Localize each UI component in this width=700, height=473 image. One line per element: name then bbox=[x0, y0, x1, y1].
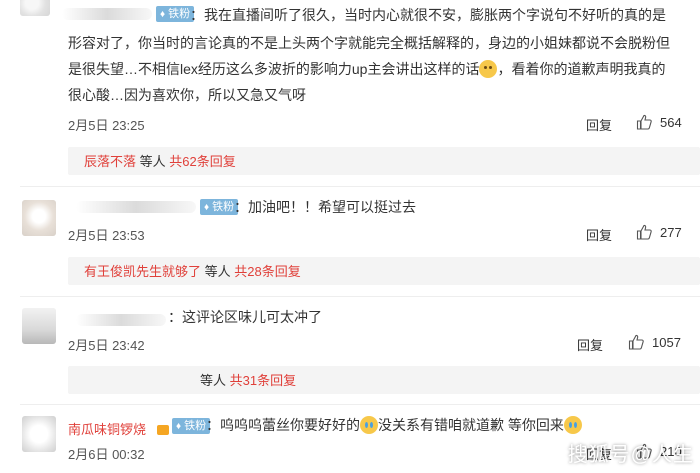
view-replies-link[interactable]: 共62条回复 bbox=[169, 154, 235, 169]
avatar-image bbox=[22, 308, 56, 344]
crying-emoji-icon bbox=[360, 416, 378, 434]
comment-text: 很心酸…因为喜欢你，所以又急又气呀 bbox=[68, 87, 306, 103]
comment-text: ：我在直播间听了很久，当时内心就很不安，膨胀两个字说句不好听的真的是 bbox=[190, 7, 666, 23]
reply-button[interactable]: 回复 bbox=[586, 115, 612, 134]
comment-text: ：呜呜呜蕾丝你要好好的 没关系有错咱就道歉 等你回来 bbox=[206, 414, 582, 437]
thumbs-up-icon[interactable] bbox=[636, 224, 652, 240]
avatar-image bbox=[22, 416, 56, 452]
comment-text: ：加油吧！！希望可以挺过去 bbox=[234, 199, 416, 215]
comment-timestamp: 2月5日 23:53 bbox=[68, 228, 145, 243]
fan-badge: ♦ 铁粉 bbox=[200, 199, 239, 215]
reply-button[interactable]: 回复 bbox=[586, 225, 612, 244]
fan-badge-icon: ♦ bbox=[204, 202, 210, 213]
comment-text: 形容对了，你当时的言论真的不是上头两个字就能完全概括解释的，身边的小姐妹都说不会… bbox=[68, 35, 670, 51]
sub-reply-username[interactable]: 辰落不落 bbox=[84, 154, 136, 169]
comment-text: ：这评论区味儿可太冲了 bbox=[168, 309, 322, 325]
watermark: 搜狐号@人生 bbox=[567, 444, 694, 466]
avatar[interactable] bbox=[22, 416, 56, 452]
divider bbox=[20, 186, 700, 187]
sad-emoji-icon bbox=[479, 60, 498, 78]
sub-reply-summary[interactable] bbox=[68, 366, 700, 394]
thumbs-up-icon[interactable] bbox=[628, 334, 644, 350]
fan-badge-icon: ♦ bbox=[160, 9, 166, 20]
comment-username[interactable]: 南瓜味铜锣烧 bbox=[68, 419, 146, 438]
comment-timestamp: 2月6日 00:32 bbox=[68, 447, 145, 462]
like-count: 564 bbox=[660, 115, 682, 130]
divider bbox=[20, 296, 700, 297]
comment-timestamp: 2月5日 23:25 bbox=[68, 118, 145, 133]
fan-badge: ♦ 铁粉 bbox=[172, 418, 211, 434]
sub-reply-username[interactable]: 有王俊凯先生就够了 bbox=[84, 264, 201, 279]
fan-badge: ♦ 铁粉 bbox=[156, 6, 195, 22]
thumbs-up-icon[interactable] bbox=[636, 114, 652, 130]
avatar[interactable] bbox=[22, 200, 56, 236]
view-replies-link[interactable]: 共28条回复 bbox=[234, 264, 300, 279]
like-count: 1057 bbox=[652, 335, 681, 350]
sub-reply-line[interactable]: 辰落不落 等人 共62条回复 bbox=[84, 154, 236, 170]
username-blurred[interactable] bbox=[62, 8, 152, 20]
avatar-image bbox=[20, 0, 50, 16]
username-blurred[interactable] bbox=[76, 314, 166, 326]
crying-emoji-icon bbox=[563, 416, 582, 434]
like-count: 277 bbox=[660, 225, 682, 240]
comment-timestamp: 2月5日 23:42 bbox=[68, 338, 145, 353]
username-blurred[interactable] bbox=[76, 201, 196, 213]
divider bbox=[20, 404, 700, 405]
avatar[interactable] bbox=[22, 308, 56, 344]
comment-text: 是很失望…不相信lex经历这么多波折的影响力up主会讲出这样的话 ，看着你的道歉声… bbox=[68, 60, 666, 78]
gift-icon bbox=[157, 421, 169, 439]
sub-reply-line[interactable]: 有王俊凯先生就够了 等人 共28条回复 bbox=[84, 264, 301, 280]
avatar-image bbox=[22, 200, 56, 236]
view-replies-link[interactable]: 共31条回复 bbox=[230, 373, 296, 388]
avatar[interactable] bbox=[20, 0, 50, 16]
reply-button[interactable]: 回复 bbox=[577, 335, 603, 354]
sub-reply-line[interactable]: 等人 共31条回复 bbox=[200, 373, 296, 389]
fan-badge-icon: ♦ bbox=[176, 421, 182, 432]
